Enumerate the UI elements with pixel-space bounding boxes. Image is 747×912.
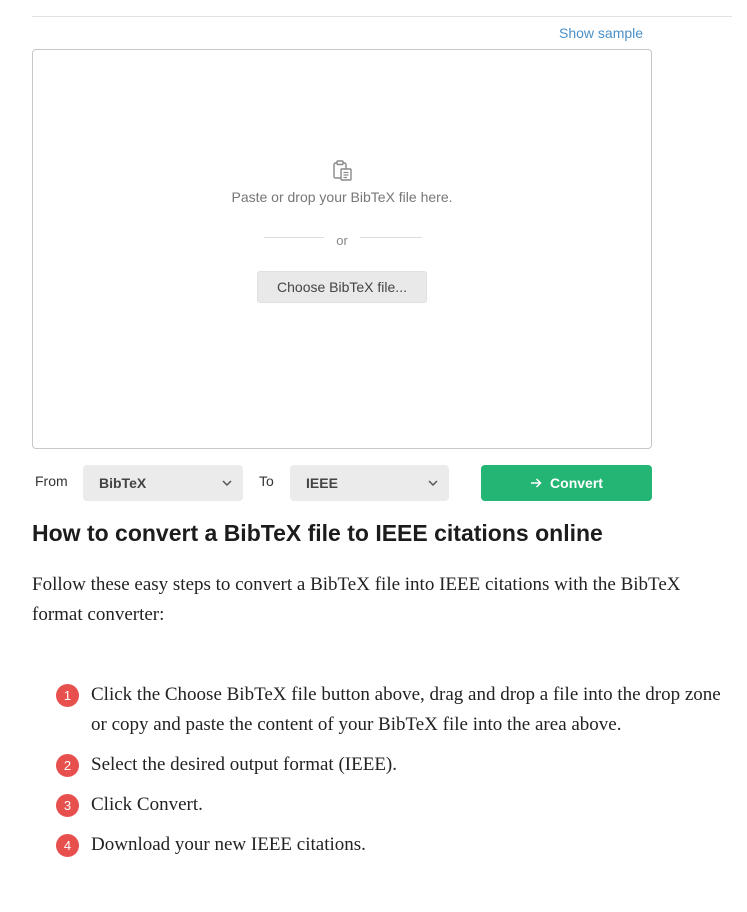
list-item: 3 Click Convert. [56,790,736,820]
convert-button[interactable]: Convert [481,465,652,501]
convert-label: Convert [550,475,603,491]
to-format-value: IEEE [306,475,338,491]
from-format-select[interactable]: BibTeX [83,465,243,501]
drop-zone[interactable]: Paste or drop your BibTeX file here. or … [32,49,652,449]
article-heading: How to convert a BibTeX file to IEEE cit… [32,520,603,546]
step-number-badge: 4 [56,834,79,857]
step-text: Download your new IEEE citations. [91,834,366,855]
arrow-right-icon [531,478,542,488]
to-format-select[interactable]: IEEE [290,465,449,501]
show-sample-link[interactable]: Show sample [559,25,643,41]
or-divider-right [360,237,422,238]
list-item: 2 Select the desired output format (IEEE… [56,750,736,780]
to-label: To [259,473,274,489]
article-intro: Follow these easy steps to convert a Bib… [32,574,681,625]
choose-file-button[interactable]: Choose BibTeX file... [257,271,427,303]
step-text: Click the Choose BibTeX file button abov… [91,684,721,735]
list-item: 4 Download your new IEEE citations. [56,830,736,860]
from-format-value: BibTeX [99,475,147,491]
chevron-down-icon [428,480,438,487]
drop-prompt: Paste or drop your BibTeX file here. [231,189,453,205]
step-number-badge: 2 [56,754,79,777]
steps-list: 1 Click the Choose BibTeX file button ab… [56,680,736,870]
chevron-down-icon [222,480,232,487]
step-number-badge: 3 [56,794,79,817]
step-text: Select the desired output format (IEEE). [91,754,398,775]
clipboard-icon [333,160,352,181]
from-label: From [35,473,68,489]
or-separator: or [336,233,348,248]
step-number-badge: 1 [56,684,79,707]
step-text: Click Convert. [91,794,203,815]
list-item: 1 Click the Choose BibTeX file button ab… [56,680,736,740]
top-divider [32,16,732,17]
